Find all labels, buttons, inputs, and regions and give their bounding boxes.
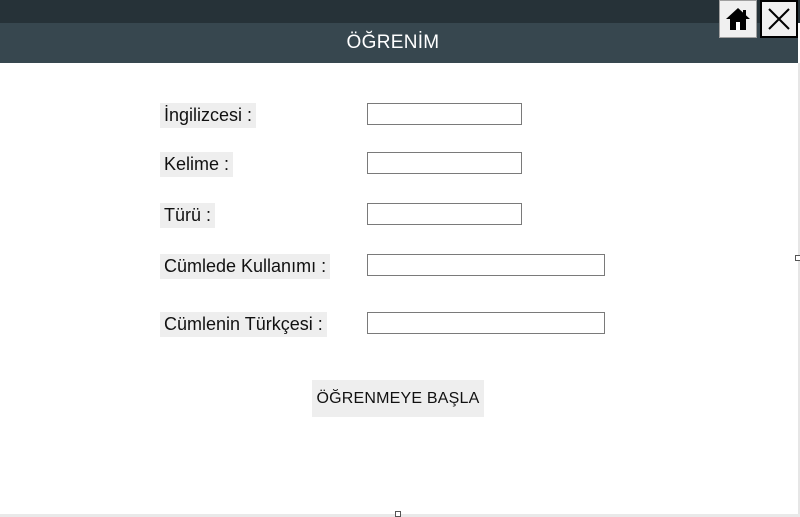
usage-in-sentence-input[interactable] [367,254,605,276]
window-title: ÖĞRENİM [346,32,440,53]
word-input[interactable] [367,152,522,174]
resize-handle-bottom[interactable] [395,511,401,517]
home-button[interactable] [719,0,757,38]
close-button[interactable] [760,0,798,38]
title-bar: ÖĞRENİM [0,23,798,63]
close-icon [768,8,790,30]
resize-handle-right[interactable] [795,255,800,261]
english-input[interactable] [367,103,522,125]
sentence-turkish-input[interactable] [367,312,605,334]
app-window: ÖĞRENİM İngilizcesi : Kelime : Türü : Cü… [0,0,800,517]
type-input[interactable] [367,203,522,225]
start-learning-button[interactable]: ÖĞRENMEYE BAŞLA [312,380,484,417]
window-top-strip [0,0,800,23]
usage-in-sentence-label: Cümlede Kullanımı : [160,254,331,279]
home-icon [726,8,750,30]
word-label: Kelime : [160,152,234,177]
english-label: İngilizcesi : [160,103,257,128]
type-label: Türü : [160,203,216,228]
sentence-turkish-label: Cümlenin Türkçesi : [160,312,327,337]
